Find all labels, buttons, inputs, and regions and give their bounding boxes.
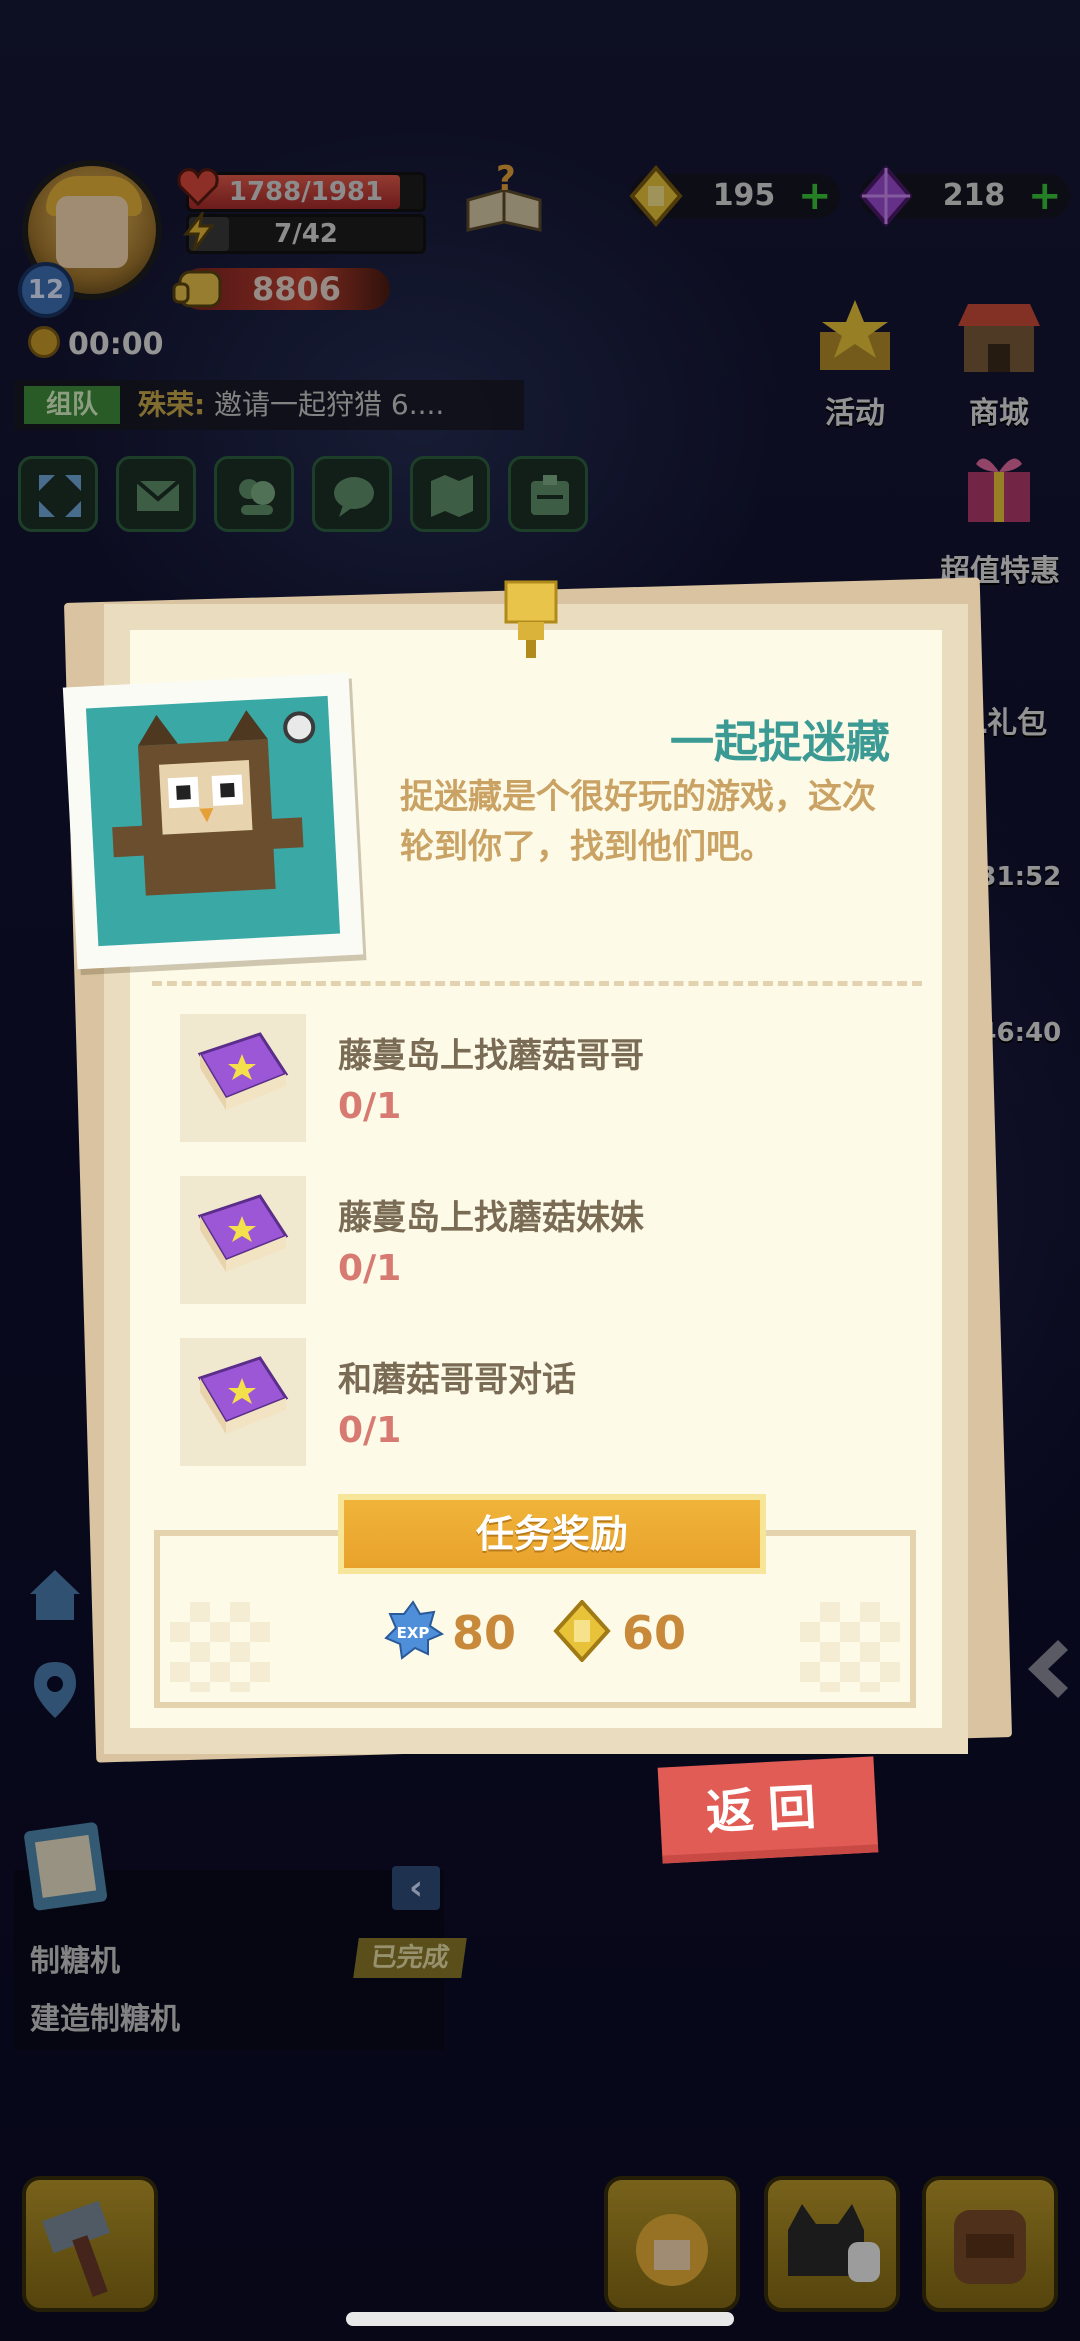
exp-reward: EXP 80 (382, 1600, 532, 1670)
purple-book-icon (197, 1194, 289, 1272)
gold-reward-value: 60 (622, 1606, 687, 1660)
owl-portrait (85, 695, 341, 947)
objective-progress: 0/1 (338, 1248, 402, 1289)
exp-star-icon: EXP (384, 1600, 445, 1660)
back-button[interactable]: 返回 (657, 1756, 879, 1864)
gold-coin-icon (553, 1599, 611, 1663)
objective-icon-box (180, 1014, 306, 1142)
home-indicator[interactable] (346, 2312, 734, 2326)
objective-name: 藤蔓岛上找蘑菇妹妹 (338, 1198, 644, 1238)
purple-book-icon (197, 1032, 289, 1110)
purple-book-icon (197, 1356, 289, 1434)
objective-icon-box (180, 1176, 306, 1304)
objective-icon-box (180, 1338, 306, 1466)
exp-reward-value: 80 (452, 1606, 517, 1660)
objective-name: 藤蔓岛上找蘑菇哥哥 (338, 1036, 644, 1076)
dashed-divider (152, 981, 922, 986)
checker-pattern (800, 1602, 900, 1692)
svg-text:EXP: EXP (397, 1624, 430, 1642)
objective-name: 和蘑菇哥哥对话 (338, 1360, 576, 1400)
objective-progress: 0/1 (338, 1410, 402, 1451)
pushpin-icon (504, 580, 558, 658)
gold-reward: 60 (552, 1599, 702, 1670)
quest-npc-photo (62, 672, 364, 970)
checker-pattern (170, 1602, 270, 1692)
objective-row: 和蘑菇哥哥对话 0/1 (180, 1338, 880, 1466)
reward-header: 任务奖励 (338, 1494, 766, 1574)
quest-title: 一起捉迷藏 (670, 717, 890, 768)
objective-row: 藤蔓岛上找蘑菇妹妹 0/1 (180, 1176, 880, 1304)
quest-description: 捉迷藏是个很好玩的游戏，这次轮到你了，找到他们吧。 (400, 777, 876, 867)
owl-icon (112, 710, 316, 896)
objective-progress: 0/1 (338, 1086, 402, 1127)
reward-header-label: 任务奖励 (344, 1500, 760, 1568)
objective-row: 藤蔓岛上找蘑菇哥哥 0/1 (180, 1014, 880, 1142)
